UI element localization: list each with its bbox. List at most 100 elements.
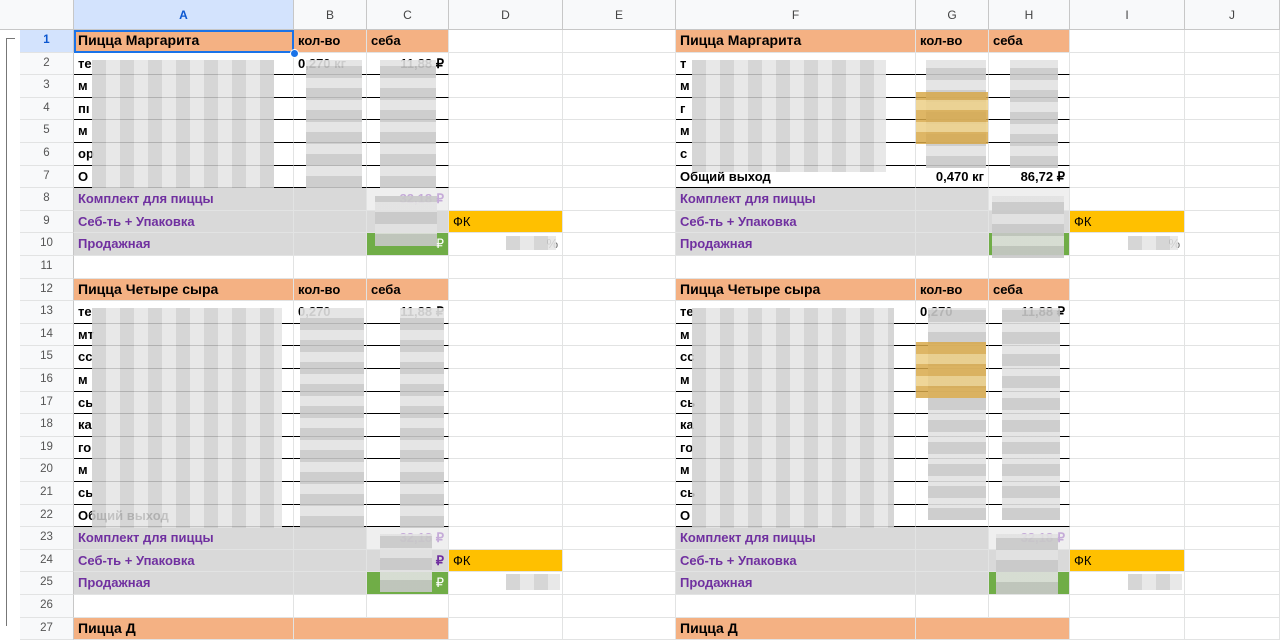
fk-label[interactable]: ФК (449, 549, 563, 573)
grid-cell[interactable] (563, 482, 676, 505)
fk-label[interactable]: ФК (449, 210, 563, 234)
grid-cell[interactable] (1185, 143, 1280, 166)
row-header-25[interactable]: 25 (20, 572, 74, 595)
column-header-D[interactable]: D (449, 0, 563, 30)
grid-cell[interactable] (563, 278, 676, 302)
grid-cell[interactable] (563, 549, 676, 573)
grid-cell[interactable] (563, 323, 676, 347)
grid-cell[interactable] (1185, 30, 1280, 53)
grid-cell[interactable] (1185, 595, 1280, 618)
cost-pack-label[interactable]: Себ-ть + Упаковка (74, 210, 294, 234)
grid-cell[interactable] (563, 369, 676, 392)
grid-cell[interactable] (1185, 527, 1280, 550)
grid-cell[interactable] (1185, 369, 1280, 392)
grid-cell[interactable] (74, 256, 294, 279)
row-group-bracket[interactable] (6, 38, 15, 626)
grid-cell[interactable] (563, 595, 676, 618)
grid-cell[interactable] (1185, 482, 1280, 505)
grid-cell[interactable] (563, 233, 676, 256)
grid-cell[interactable] (367, 256, 449, 279)
row-header-20[interactable]: 20 (20, 459, 74, 482)
sale-label[interactable]: Продажная (676, 233, 916, 256)
grid-cell[interactable] (1185, 617, 1280, 640)
grid-cell[interactable] (563, 97, 676, 121)
row-header-16[interactable]: 16 (20, 369, 74, 392)
row-header-9[interactable]: 9 (20, 210, 74, 234)
grid-cell[interactable] (1185, 414, 1280, 437)
grid-cell[interactable] (1070, 165, 1185, 189)
row-header-11[interactable]: 11 (20, 256, 74, 279)
sale-label[interactable]: Продажная (74, 572, 294, 595)
grid-cell[interactable] (563, 52, 676, 76)
grid-cell[interactable] (563, 391, 676, 415)
grid-cell[interactable] (1070, 617, 1185, 640)
column-header-I[interactable]: I (1070, 0, 1185, 30)
grid-cell[interactable] (1070, 436, 1185, 460)
block-title[interactable]: Пицца Маргарита (74, 30, 294, 53)
column-header-F[interactable]: F (676, 0, 916, 30)
grid-cell[interactable] (563, 572, 676, 595)
kit-label[interactable]: Комплект для пиццы (74, 188, 294, 211)
row-header-23[interactable]: 23 (20, 527, 74, 550)
grid-cell[interactable] (449, 414, 563, 437)
grid-cell[interactable] (676, 595, 916, 618)
kit-qty[interactable] (916, 527, 989, 550)
grid-cell[interactable] (563, 188, 676, 211)
row-header-3[interactable]: 3 (20, 75, 74, 98)
grid-cell[interactable] (1070, 120, 1185, 143)
row-header-12[interactable]: 12 (20, 278, 74, 302)
grid-cell[interactable] (916, 595, 989, 618)
grid-cell[interactable] (563, 120, 676, 143)
grid-cell[interactable] (1070, 323, 1185, 347)
column-header-G[interactable]: G (916, 0, 989, 30)
grid-cell[interactable] (1070, 527, 1185, 550)
cost-pack-label[interactable]: Себ-ть + Упаковка (676, 549, 916, 573)
grid-cell[interactable] (1185, 346, 1280, 369)
grid-cell[interactable] (449, 256, 563, 279)
row-header-19[interactable]: 19 (20, 436, 74, 460)
grid-cell[interactable] (1185, 97, 1280, 121)
grid-cell[interactable] (989, 256, 1070, 279)
grid-cell[interactable] (1185, 233, 1280, 256)
grid-cell[interactable] (1185, 75, 1280, 98)
grid-cell[interactable] (1185, 323, 1280, 347)
grid-cell[interactable] (1070, 256, 1185, 279)
row-header-27[interactable]: 27 (20, 617, 74, 640)
grid-cell[interactable] (1070, 75, 1185, 98)
block-title[interactable]: Пицца Четыре сыра (74, 278, 294, 302)
grid-cell[interactable] (1185, 549, 1280, 573)
cost-header[interactable]: себа (989, 30, 1070, 53)
total-qty[interactable]: 0,470 кг (916, 165, 989, 189)
kit-qty[interactable] (294, 188, 367, 211)
kit-label[interactable]: Комплект для пиццы (74, 527, 294, 550)
fk-label[interactable]: ФК (1070, 549, 1185, 573)
grid-cell[interactable] (1070, 30, 1185, 53)
next-block-header[interactable] (294, 617, 449, 640)
kit-qty[interactable] (294, 527, 367, 550)
grid-cell[interactable] (449, 369, 563, 392)
row-header-18[interactable]: 18 (20, 414, 74, 437)
grid-cell[interactable] (563, 617, 676, 640)
grid-cell[interactable] (1185, 278, 1280, 302)
grid-cell[interactable] (1070, 504, 1185, 528)
sale-qty[interactable] (294, 233, 367, 256)
grid-cell[interactable] (676, 256, 916, 279)
grid-cell[interactable] (449, 75, 563, 98)
kit-label[interactable]: Комплект для пиццы (676, 188, 916, 211)
column-header-B[interactable]: B (294, 0, 367, 30)
next-block-title[interactable]: Пицца Д (74, 617, 294, 640)
total-cost[interactable]: 86,72 ₽ (989, 165, 1070, 189)
row-header-10[interactable]: 10 (20, 233, 74, 256)
column-header-J[interactable]: J (1185, 0, 1280, 30)
grid-cell[interactable] (563, 75, 676, 98)
grid-cell[interactable] (449, 301, 563, 324)
cost-pack-qty[interactable] (294, 210, 367, 234)
grid-cell[interactable] (1070, 346, 1185, 369)
row-header-13[interactable]: 13 (20, 301, 74, 324)
grid-cell[interactable] (1185, 459, 1280, 482)
grid-cell[interactable] (449, 97, 563, 121)
row-header-2[interactable]: 2 (20, 52, 74, 76)
sale-label[interactable]: Продажная (676, 572, 916, 595)
cost-pack-qty[interactable] (916, 549, 989, 573)
grid-cell[interactable] (1185, 52, 1280, 76)
